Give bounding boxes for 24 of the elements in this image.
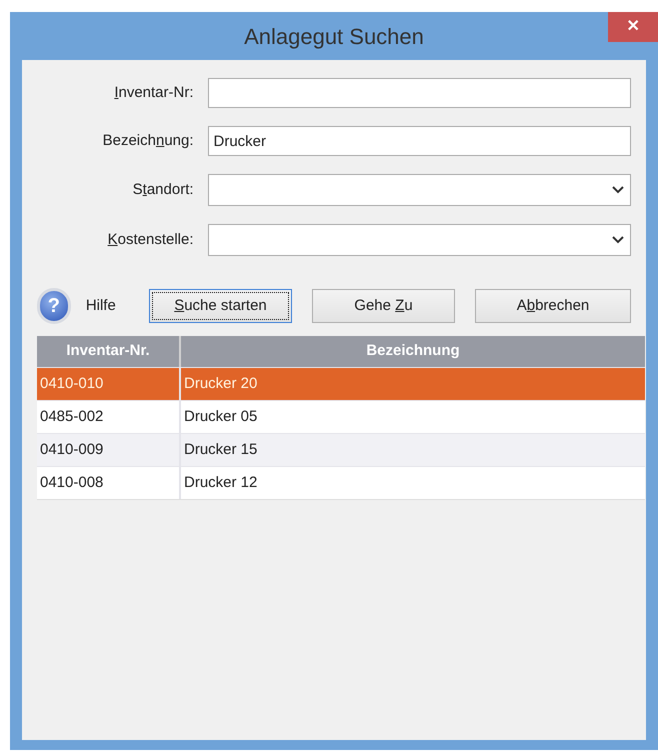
help-label: Hilfe [86, 296, 117, 316]
dropdown-field[interactable] [208, 174, 631, 206]
table-row[interactable]: 0410-009 Drucker 15 [37, 433, 645, 466]
table-cell-text: Drucker 20 [183, 374, 258, 394]
text-field[interactable]: Drucker [208, 126, 631, 156]
field-label: Standort: [132, 180, 195, 200]
close-button[interactable]: ✕ [608, 12, 658, 42]
dropdown-field[interactable] [208, 224, 631, 256]
table-cell-text: Drucker 05 [183, 406, 258, 427]
dialog-button[interactable]: Gehe Zu [312, 289, 455, 323]
dialog-button[interactable]: Suche starten [149, 289, 292, 323]
chevron-down-icon [612, 186, 624, 194]
table-cell: 0410-008 [37, 467, 181, 499]
dialog-button[interactable]: Abbrechen [475, 289, 631, 323]
table-cell-text: Drucker 12 [183, 472, 258, 493]
field-label: Kostenstelle: [106, 230, 195, 250]
field-label: Inventar-Nr: [113, 82, 195, 103]
window-title: Anlagegut Suchen [244, 22, 424, 51]
text-field[interactable] [208, 78, 631, 108]
table-row[interactable]: 0485-002 Drucker 05 [37, 400, 645, 433]
table-row[interactable]: 0410-008 Drucker 12 [37, 466, 645, 499]
field-label: Bezeichnung: [102, 130, 195, 151]
chevron-down-icon [612, 236, 624, 244]
table-cell-text: Drucker 15 [183, 440, 258, 460]
